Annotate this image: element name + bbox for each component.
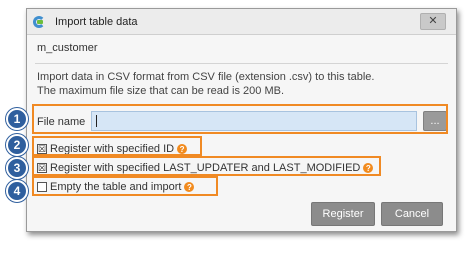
close-button[interactable]: ✕ (420, 13, 446, 30)
app-logo-icon (33, 15, 47, 29)
highlight-box-register-updater (32, 156, 381, 176)
highlight-box-file-name (32, 104, 448, 134)
dialog-title: Import table data (55, 15, 138, 28)
callout-badge-2: 2 (6, 134, 28, 156)
callout-badge-4: 4 (6, 180, 28, 202)
register-button[interactable]: Register (311, 202, 375, 226)
divider (35, 63, 448, 64)
callout-badge-1: 1 (6, 108, 28, 130)
table-name: m_customer (37, 42, 98, 54)
dialog-titlebar: Import table data ✕ (27, 9, 456, 35)
callout-badge-3: 3 (6, 157, 28, 179)
cancel-button[interactable]: Cancel (381, 202, 443, 226)
description-line-2: The maximum file size that can be read i… (37, 85, 284, 97)
description-line-1: Import data in CSV format from CSV file … (37, 71, 375, 83)
highlight-box-register-id (32, 136, 202, 156)
highlight-box-empty-table (32, 176, 218, 196)
